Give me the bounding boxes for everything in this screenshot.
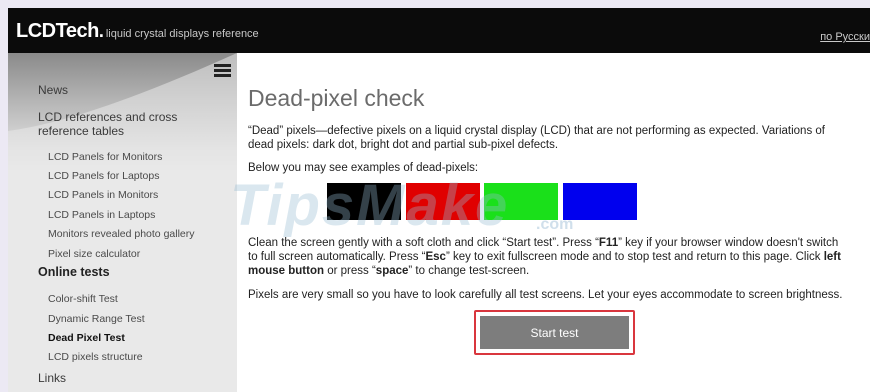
site-header: LCDTech. liquid crystal displays referenc… — [8, 8, 870, 53]
clean-instructions-line-3: mouse button or press “space” to change … — [248, 265, 530, 277]
sidebar-item-lcd-pixels-structure[interactable]: LCD pixels structure — [48, 351, 143, 363]
dead-pixel-example-green — [484, 183, 558, 220]
key-left: left — [823, 251, 841, 263]
sidebar-item-dead-pixel-test[interactable]: Dead Pixel Test — [48, 332, 125, 344]
sidebar-item-pixel-size-calculator[interactable]: Pixel size calculator — [48, 248, 140, 260]
page-title: Dead-pixel check — [248, 85, 425, 111]
sidebar-heading-online-tests[interactable]: Online tests — [38, 265, 110, 279]
sidebar-item-panels-for-monitors[interactable]: LCD Panels for Monitors — [48, 151, 162, 163]
key-space: space — [375, 265, 409, 277]
pixels-note: Pixels are very small so you have to loo… — [248, 289, 843, 301]
dead-pixel-example-blue — [563, 183, 637, 220]
logo-dot: . — [98, 21, 104, 41]
sidebar-item-links[interactable]: Links — [38, 371, 66, 385]
sidebar-item-news[interactable]: News — [38, 83, 68, 97]
sidebar-item-dynamic-range-test[interactable]: Dynamic Range Test — [48, 313, 145, 325]
hamburger-menu-icon[interactable] — [214, 64, 231, 78]
examples-caption: Below you may see examples of dead-pixel… — [248, 162, 479, 174]
dead-pixel-example-black — [327, 183, 401, 220]
intro-line-1: “Dead” pixels—defective pixels on a liqu… — [248, 125, 825, 137]
site-logo[interactable]: LCDTech. liquid crystal displays referenc… — [16, 20, 259, 43]
key-f11: F11 — [598, 237, 619, 249]
dead-pixel-example-red — [406, 183, 480, 220]
sidebar-item-panels-in-monitors[interactable]: LCD Panels in Monitors — [48, 189, 158, 201]
sidebar-item-panels-in-laptops[interactable]: LCD Panels in Laptops — [48, 209, 155, 221]
sidebar-item-panels-for-laptops[interactable]: LCD Panels for Laptops — [48, 170, 159, 182]
sidebar-item-lcd-references-line2[interactable]: reference tables — [38, 124, 124, 138]
logo-tagline: liquid crystal displays reference — [105, 28, 259, 40]
logo-main-text: LCDTech — [16, 20, 99, 42]
start-test-button[interactable]: Start test — [480, 316, 629, 349]
sidebar: News LCD references and cross reference … — [8, 53, 237, 392]
intro-line-2: dead pixels: dark dot, bright dot and pa… — [248, 139, 559, 151]
sidebar-item-photo-gallery[interactable]: Monitors revealed photo gallery — [48, 228, 195, 240]
clean-instructions-line-1: Clean the screen gently with a soft clot… — [248, 237, 839, 249]
sidebar-item-color-shift-test[interactable]: Color-shift Test — [48, 293, 118, 305]
key-mouse-button: mouse button — [248, 265, 325, 277]
language-link-russian[interactable]: по Русски — [820, 31, 870, 43]
sidebar-item-lcd-references[interactable]: LCD references and cross — [38, 110, 177, 124]
clean-instructions-line-2: to full screen automatically. Press “Esc… — [248, 251, 841, 263]
window-frame-top — [0, 0, 870, 8]
window-frame-left — [0, 0, 8, 392]
key-esc: Esc — [425, 251, 446, 263]
